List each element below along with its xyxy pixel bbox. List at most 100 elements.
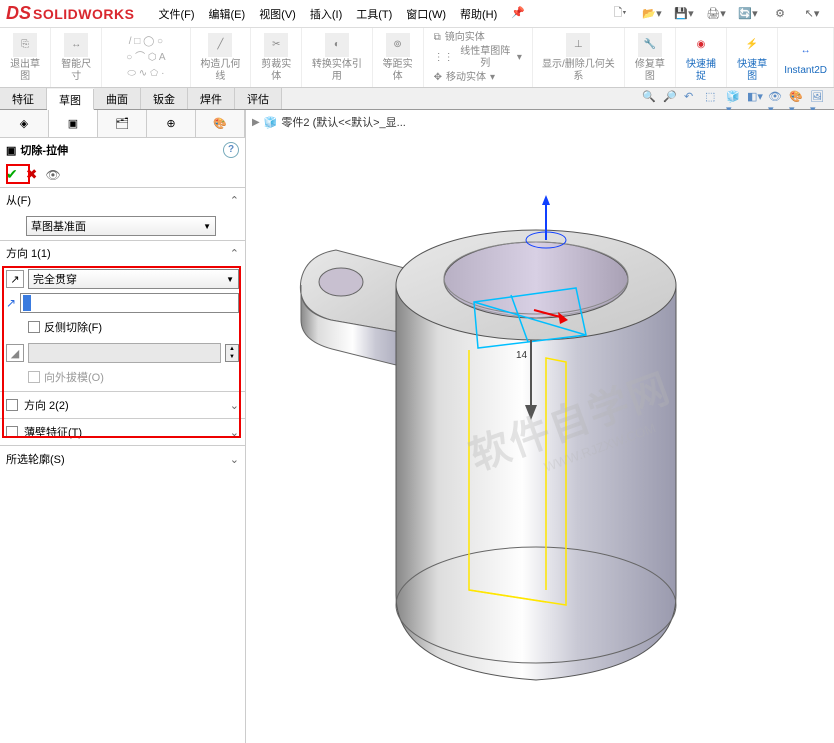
repair-icon: 🔧 xyxy=(638,33,662,57)
display-style-icon[interactable]: ◧▾ xyxy=(747,90,765,108)
tab-surface[interactable]: 曲面 xyxy=(94,88,141,109)
menu-tools[interactable]: 工具(T) xyxy=(350,2,398,26)
direction-vector-input[interactable] xyxy=(20,293,239,313)
tab-config-manager[interactable]: 🗂 xyxy=(98,110,147,137)
ok-button[interactable]: ✔ xyxy=(6,166,18,183)
thin-label: 薄壁特征(T) xyxy=(24,424,82,440)
logo-ds-icon: DS xyxy=(6,3,31,24)
smart-dimension-button[interactable]: ↔ 智能尺寸 xyxy=(51,28,102,87)
menu-help[interactable]: 帮助(H) xyxy=(454,2,503,26)
direction1-header[interactable]: 方向 1(1) ⌃ xyxy=(0,241,245,265)
contours-label: 所选轮廓(S) xyxy=(6,451,65,467)
menu-window[interactable]: 窗口(W) xyxy=(400,2,452,26)
draft-icon[interactable]: ◢ xyxy=(6,344,24,362)
trim-entities-button[interactable]: ✂ 剪裁实体 xyxy=(251,28,302,87)
chevron-down-icon: ▼ xyxy=(226,275,234,284)
section-view-icon[interactable]: ⬚ xyxy=(705,90,723,108)
tab-sketch[interactable]: 草图 xyxy=(47,89,94,110)
flip-side-checkbox[interactable] xyxy=(28,321,40,333)
cut-extrude-icon: ▣ xyxy=(6,144,16,157)
move-entities-button[interactable]: ✥移动实体 ▾ xyxy=(430,71,499,85)
draft-outward-label: 向外拔模(O) xyxy=(44,369,104,385)
menu-bar: 文件(F) 编辑(E) 视图(V) 插入(I) 工具(T) 窗口(W) 帮助(H… xyxy=(152,2,531,26)
preview-button[interactable]: 👁 xyxy=(45,168,60,182)
cancel-button[interactable]: ✖ xyxy=(26,166,38,183)
direction2-checkbox[interactable] xyxy=(6,399,18,411)
convert-icon: ◐ xyxy=(325,33,349,57)
linear-pattern-button[interactable]: ⋮⋮线性草图阵列 ▾ xyxy=(430,45,526,71)
exit-sketch-icon: ⎘ xyxy=(13,33,37,57)
instant2d-button[interactable]: ↔ Instant2D xyxy=(778,28,834,87)
tab-weldment[interactable]: 焊件 xyxy=(188,88,235,109)
construct-geom-icon: ╱ xyxy=(208,33,232,57)
draft-spinner[interactable]: ▲▼ xyxy=(225,344,239,362)
selection-cursor xyxy=(23,295,31,311)
prev-view-icon[interactable]: ↶ xyxy=(684,90,702,108)
save-button[interactable]: 💾▾ xyxy=(670,4,698,24)
selected-contours-section[interactable]: 所选轮廓(S) ⌄ xyxy=(0,445,245,472)
chevron-up-icon: ⌃ xyxy=(230,247,239,260)
convert-entities-button[interactable]: ◐ 转换实体引用 xyxy=(302,28,372,87)
tab-property-manager[interactable]: ▣ xyxy=(49,110,98,137)
direction-arrow-icon[interactable]: ↗ xyxy=(6,296,16,310)
tab-feature-manager[interactable]: ◈ xyxy=(0,110,49,137)
rapid-sketch-button[interactable]: ⚡ 快速草图 xyxy=(727,28,778,87)
relations-icon: ⊥ xyxy=(566,33,590,57)
pin-icon[interactable]: 📌 xyxy=(505,2,531,26)
select-button[interactable]: ↖▾ xyxy=(798,4,826,24)
display-relations-button[interactable]: ⊥ 显示/删除几何关系 xyxy=(533,28,625,87)
offset-icon: ⊚ xyxy=(386,33,410,57)
end-condition-dropdown[interactable]: 完全贯穿 ▼ xyxy=(28,269,239,289)
rebuild-button[interactable]: 🔄▾ xyxy=(734,4,762,24)
mirror-button[interactable]: ⧉镜向实体 xyxy=(430,31,489,45)
from-selected: 草图基准面 xyxy=(31,218,86,234)
mirror-icon: ⧉ xyxy=(434,32,441,44)
menu-insert[interactable]: 插入(I) xyxy=(304,2,348,26)
draft-angle-input xyxy=(28,343,221,363)
confirm-row: ✔ ✖ 👁 xyxy=(0,162,245,187)
offset-entities-button[interactable]: ⊚ 等距实体 xyxy=(373,28,424,87)
direction2-label: 方向 2(2) xyxy=(24,397,69,413)
chevron-down-icon: ⌄ xyxy=(230,426,239,439)
print-button[interactable]: 🖨▾ xyxy=(702,4,730,24)
menu-file[interactable]: 文件(F) xyxy=(152,2,200,26)
hide-show-icon[interactable]: 👁▾ xyxy=(768,90,786,108)
new-button[interactable]: 🗋▾ xyxy=(606,4,634,24)
from-section: 从(F) ⌃ 草图基准面 ▼ xyxy=(0,187,245,240)
command-manager-tabs: 特征 草图 曲面 钣金 焊件 评估 🔍 🔎 ↶ ⬚ 🧊▾ ◧▾ 👁▾ 🎨▾ 🖼▾ xyxy=(0,88,834,110)
menu-edit[interactable]: 编辑(E) xyxy=(203,2,252,26)
dimension-text: 14 xyxy=(516,350,528,361)
zoom-area-icon[interactable]: 🔎 xyxy=(663,90,681,108)
chevron-down-icon: ⌄ xyxy=(230,453,239,466)
trim-icon: ✂ xyxy=(264,33,288,57)
tab-dimxpert[interactable]: ⊕ xyxy=(147,110,196,137)
view-orientation-icon[interactable]: 🧊▾ xyxy=(726,90,744,108)
graphics-viewport[interactable]: ▶ 🧊 零件2 (默认<<默认>_显... xyxy=(246,110,834,743)
from-dropdown[interactable]: 草图基准面 ▼ xyxy=(26,216,216,236)
direction2-section[interactable]: 方向 2(2) ⌄ xyxy=(0,391,245,418)
thin-feature-section[interactable]: 薄壁特征(T) ⌄ xyxy=(0,418,245,445)
tab-evaluate[interactable]: 评估 xyxy=(235,88,282,109)
thin-checkbox[interactable] xyxy=(6,426,18,438)
zoom-fit-icon[interactable]: 🔍 xyxy=(642,90,660,108)
help-icon[interactable]: ? xyxy=(223,142,239,158)
model-view: 14 xyxy=(246,110,834,740)
from-section-header[interactable]: 从(F) ⌃ xyxy=(0,188,245,212)
quick-snap-button[interactable]: ◉ 快速捕捉 xyxy=(676,28,727,87)
options-button[interactable]: ⚙ xyxy=(766,4,794,24)
open-button[interactable]: 📂▾ xyxy=(638,4,666,24)
reverse-direction-button[interactable]: ↗ xyxy=(6,270,24,288)
appearance-icon[interactable]: 🎨▾ xyxy=(789,90,807,108)
construct-geom-button[interactable]: ╱ 构造几何线 xyxy=(191,28,252,87)
move-icon: ✥ xyxy=(434,72,442,84)
chevron-down-icon: ▼ xyxy=(203,222,211,231)
tab-display-manager[interactable]: 🎨 xyxy=(196,110,245,137)
tab-features[interactable]: 特征 xyxy=(0,88,47,109)
exit-sketch-button[interactable]: ⎘ 退出草图 xyxy=(0,28,51,87)
repair-sketch-button[interactable]: 🔧 修复草图 xyxy=(625,28,676,87)
scene-icon[interactable]: 🖼▾ xyxy=(810,90,828,108)
tab-sheetmetal[interactable]: 钣金 xyxy=(141,88,188,109)
menu-view[interactable]: 视图(V) xyxy=(253,2,302,26)
end-condition-selected: 完全贯穿 xyxy=(33,271,77,287)
chevron-down-icon: ⌄ xyxy=(230,399,239,412)
